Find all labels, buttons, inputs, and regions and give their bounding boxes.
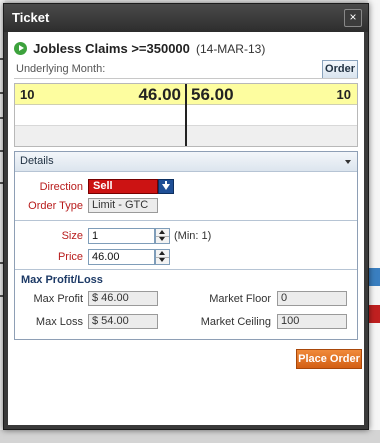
- order-type-field: Limit - GTC: [88, 198, 158, 213]
- direction-toggle-button[interactable]: [158, 179, 174, 194]
- size-stepper[interactable]: [155, 228, 170, 244]
- order-type-label: Order Type: [28, 200, 83, 212]
- market-name: Jobless Claims >=350000: [33, 41, 190, 56]
- ticket-window: Ticket × Jobless Claims >=350000 (14-MAR…: [3, 3, 369, 430]
- decrement-icon[interactable]: [156, 257, 169, 264]
- direction-label: Direction: [39, 181, 83, 193]
- ask-price[interactable]: 56.00: [191, 85, 234, 105]
- max-loss-field: $ 54.00: [88, 314, 158, 329]
- market-floor-field: 0: [277, 291, 347, 306]
- close-icon: ×: [349, 10, 357, 24]
- direction-select[interactable]: Sell: [88, 179, 158, 194]
- market-ceiling-field: 100: [277, 314, 347, 329]
- price-stepper[interactable]: [155, 249, 170, 265]
- size-input[interactable]: [88, 228, 155, 244]
- divider: [15, 269, 357, 270]
- background-right-edge: [368, 0, 380, 443]
- close-button[interactable]: ×: [344, 9, 362, 27]
- play-icon: [14, 42, 27, 55]
- window-title: Ticket: [12, 10, 50, 25]
- bid-price[interactable]: 46.00: [138, 85, 181, 105]
- decrement-icon[interactable]: [156, 236, 169, 243]
- title-bar[interactable]: Ticket ×: [4, 4, 368, 32]
- market-ceiling-label: Market Ceiling: [200, 316, 271, 328]
- price-label: Price: [57, 251, 83, 263]
- ticket-content: Jobless Claims >=350000 (14-MAR-13) Unde…: [8, 32, 364, 425]
- details-panel: Details Direction Sell Order Type Limit …: [14, 151, 358, 340]
- details-header[interactable]: Details: [15, 152, 357, 172]
- ask-size: 10: [336, 87, 351, 102]
- bid-ask-divider: [185, 84, 187, 146]
- background-bottom-bar: [0, 430, 380, 443]
- background-blue-tab: [368, 268, 380, 286]
- max-loss-label: Max Loss: [35, 316, 83, 328]
- market-floor-label: Market Floor: [209, 293, 271, 305]
- market-date: (14-MAR-13): [195, 42, 266, 56]
- bid-size: 10: [20, 87, 35, 102]
- chevron-down-icon[interactable]: [345, 160, 351, 164]
- max-profit-field: $ 46.00: [88, 291, 158, 306]
- max-profit-label: Max Profit: [33, 293, 83, 305]
- market-header: Jobless Claims >=350000 (14-MAR-13): [14, 41, 265, 57]
- price-input[interactable]: [88, 249, 155, 265]
- background-red-tab: [368, 305, 380, 323]
- underlying-month-label: Underlying Month:: [16, 63, 106, 75]
- size-label: Size: [61, 230, 83, 242]
- place-order-button[interactable]: Place Order: [296, 349, 362, 369]
- size-min-hint: (Min: 1): [174, 230, 212, 242]
- price-ladder: 10 46.00 56.00 10: [14, 83, 358, 147]
- divider: [15, 220, 357, 221]
- details-title: Details: [20, 155, 54, 167]
- underlying-row: Underlying Month: Order: [14, 60, 358, 79]
- max-profit-loss-title: Max Profit/Loss: [21, 274, 103, 286]
- tab-order[interactable]: Order: [322, 60, 358, 78]
